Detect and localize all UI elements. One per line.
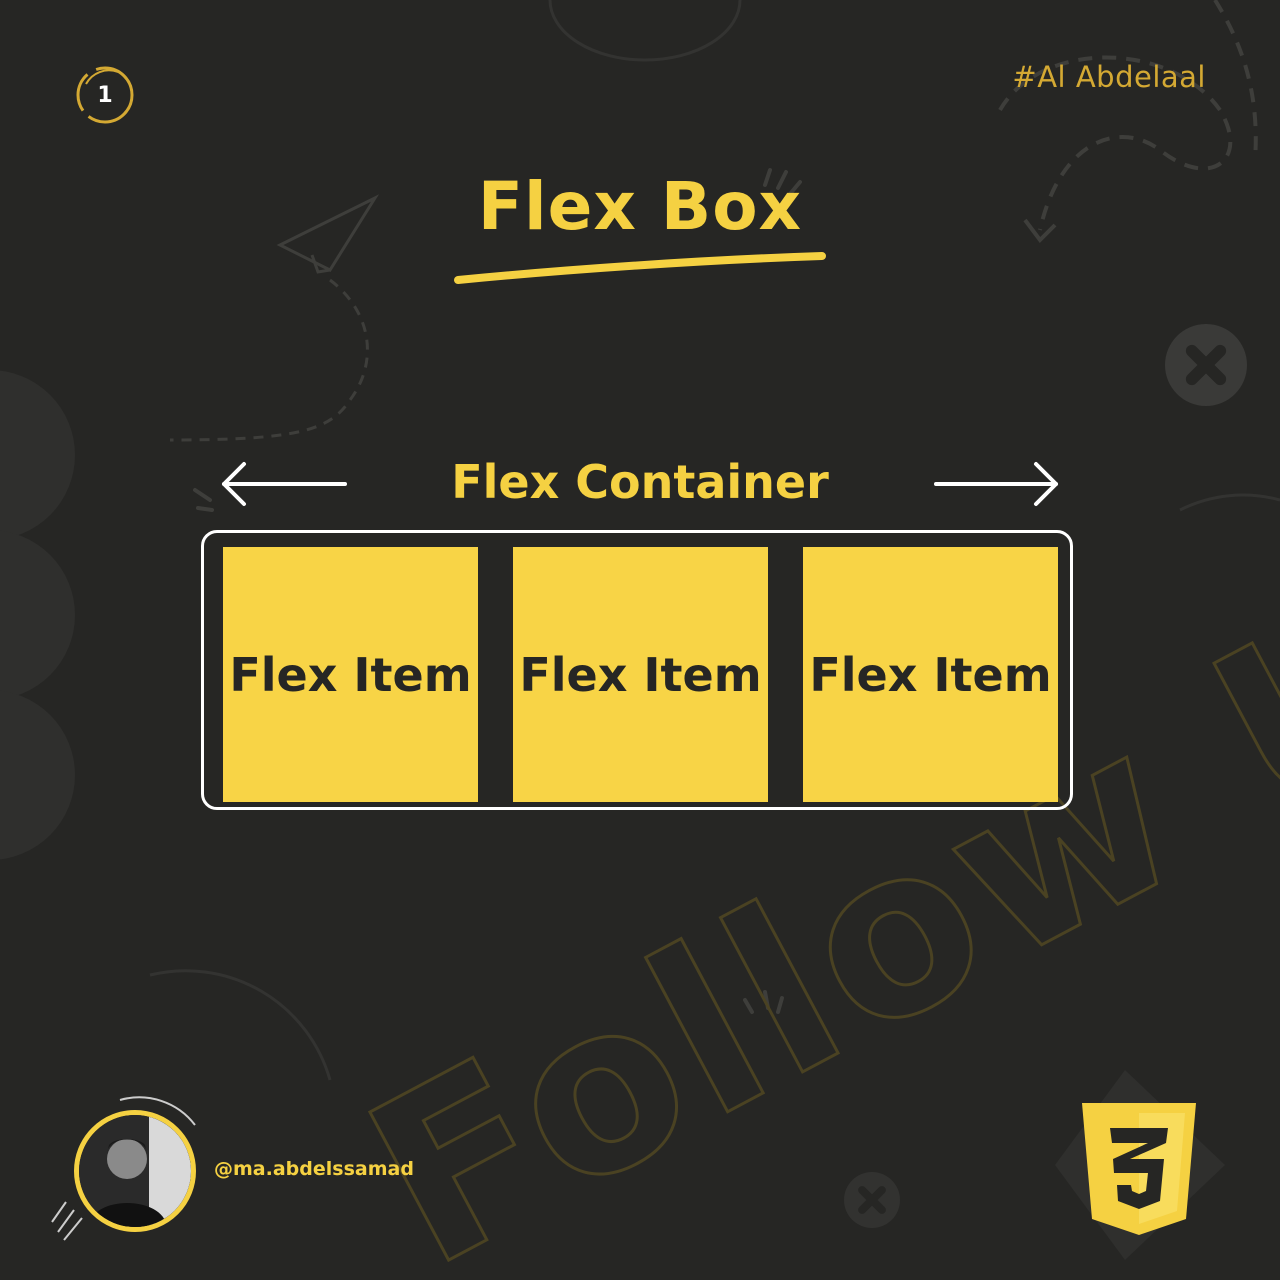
flex-container: Flex Item Flex Item Flex Item xyxy=(201,530,1073,810)
flex-item-3: Flex Item xyxy=(803,547,1058,802)
flex-container-label: Flex Container xyxy=(451,455,829,509)
flex-item-1: Flex Item xyxy=(223,547,478,802)
avatar[interactable] xyxy=(74,1110,196,1232)
page-number: 1 xyxy=(97,82,113,108)
flex-item-2: Flex Item xyxy=(513,547,768,802)
page-title: Flex Box xyxy=(477,168,803,245)
author-handle: @ma.abdelssamad xyxy=(214,1158,414,1180)
hashtag-label: #Al Abdelaal xyxy=(1012,60,1206,94)
plus-circle-icon xyxy=(1165,324,1247,406)
page-number-badge: 1 xyxy=(74,64,136,126)
css3-logo-icon xyxy=(1082,1103,1196,1235)
